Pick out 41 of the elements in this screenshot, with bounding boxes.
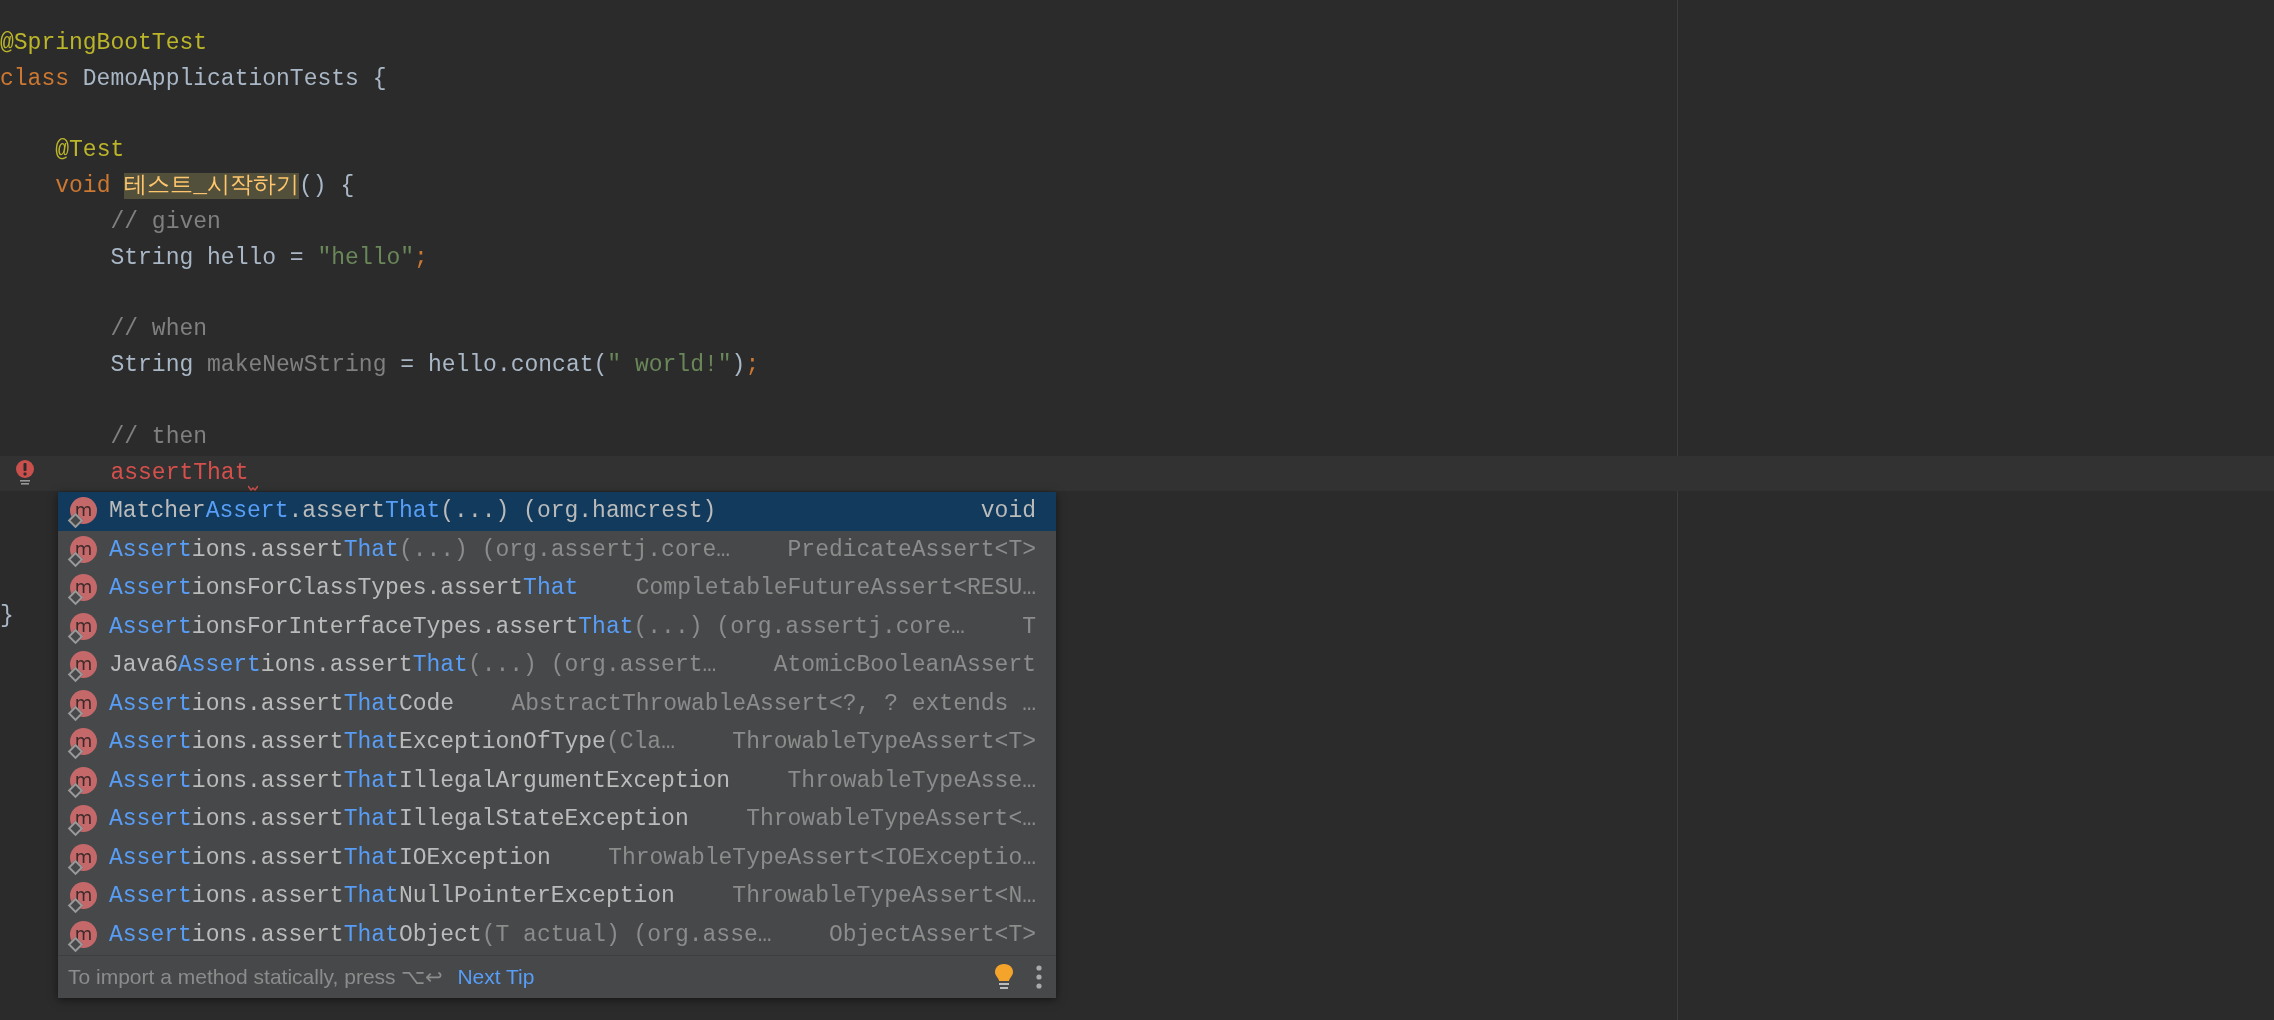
completion-item[interactable]: m Assertions.assertThatIOException ThrowableTypeAssert<IOExceptio… [58,838,1056,877]
completion-item[interactable]: m Assertions.assertThatCode AbstractThrowableAssert<?, ? extends … [58,684,1056,723]
tip-text: To import a method statically, press ⌥↩ [68,965,444,989]
method-icon: m [70,650,98,681]
completion-item[interactable]: m Assertions.assertThatObject(T actual) (org.asse… ObjectAssert<T> [58,915,1056,954]
method-icon: m [70,573,98,604]
code-line: // when [110,315,208,345]
next-tip-link[interactable]: Next Tip [457,965,535,989]
lightbulb-icon[interactable] [994,963,1014,991]
completion-item[interactable]: m MatcherAssert.assertThat(...) (org.hamcrest) void [58,492,1056,531]
completion-item[interactable]: m Assertions.assertThatIllegalArgumentException ThrowableTypeAsse… [58,761,1056,800]
method-icon: m [70,727,98,758]
code-line: String makeNewString = hello.concat(" world!"); [110,351,760,381]
error-squiggle-icon [248,485,259,492]
method-icon: m [70,611,98,642]
code-line: class DemoApplicationTests { [0,64,387,94]
method-icon: m [70,881,98,912]
more-icon[interactable] [1036,965,1042,989]
method-icon: m [70,842,98,873]
code-line: @SpringBootTest [0,29,208,58]
code-line: assertThat [110,458,249,488]
method-icon: m [70,496,98,527]
completion-item[interactable]: m Assertions.assertThatExceptionOfType(Cla… ThrowableTypeAssert<T> [58,723,1056,762]
completion-item[interactable]: m Assertions.assertThat(...) (org.assertj.core… PredicateAssert<T> [58,530,1056,569]
completion-item[interactable]: m Java6Assertions.assertThat(...) (org.assert… AtomicBooleanAssert [58,646,1056,685]
code-line: // given [110,208,221,237]
method-icon: m [70,534,98,565]
method-icon: m [70,919,98,950]
method-icon: m [70,804,98,835]
code-line: void 테스트_시작하기() { [55,172,355,202]
completion-item[interactable]: m Assertions.assertThatNullPointerException ThrowableTypeAssert<N… [58,877,1056,916]
code-line: String hello = "hello"; [110,243,428,273]
error-icon[interactable] [15,459,35,486]
method-icon: m [70,765,98,796]
code-line: // then [110,422,208,452]
method-icon: m [70,688,98,719]
code-line: } [0,601,14,631]
code-line: @Test [55,136,125,166]
completion-item[interactable]: m AssertionsForInterfaceTypes.assertThat(...) (org.assertj.core… T [58,607,1056,646]
completion-item[interactable]: m AssertionsForClassTypes.assertThat CompletableFutureAssert<RESU… [58,569,1056,608]
completion-item[interactable]: m Assertions.assertThatIllegalStateException ThrowableTypeAssert<… [58,800,1056,839]
